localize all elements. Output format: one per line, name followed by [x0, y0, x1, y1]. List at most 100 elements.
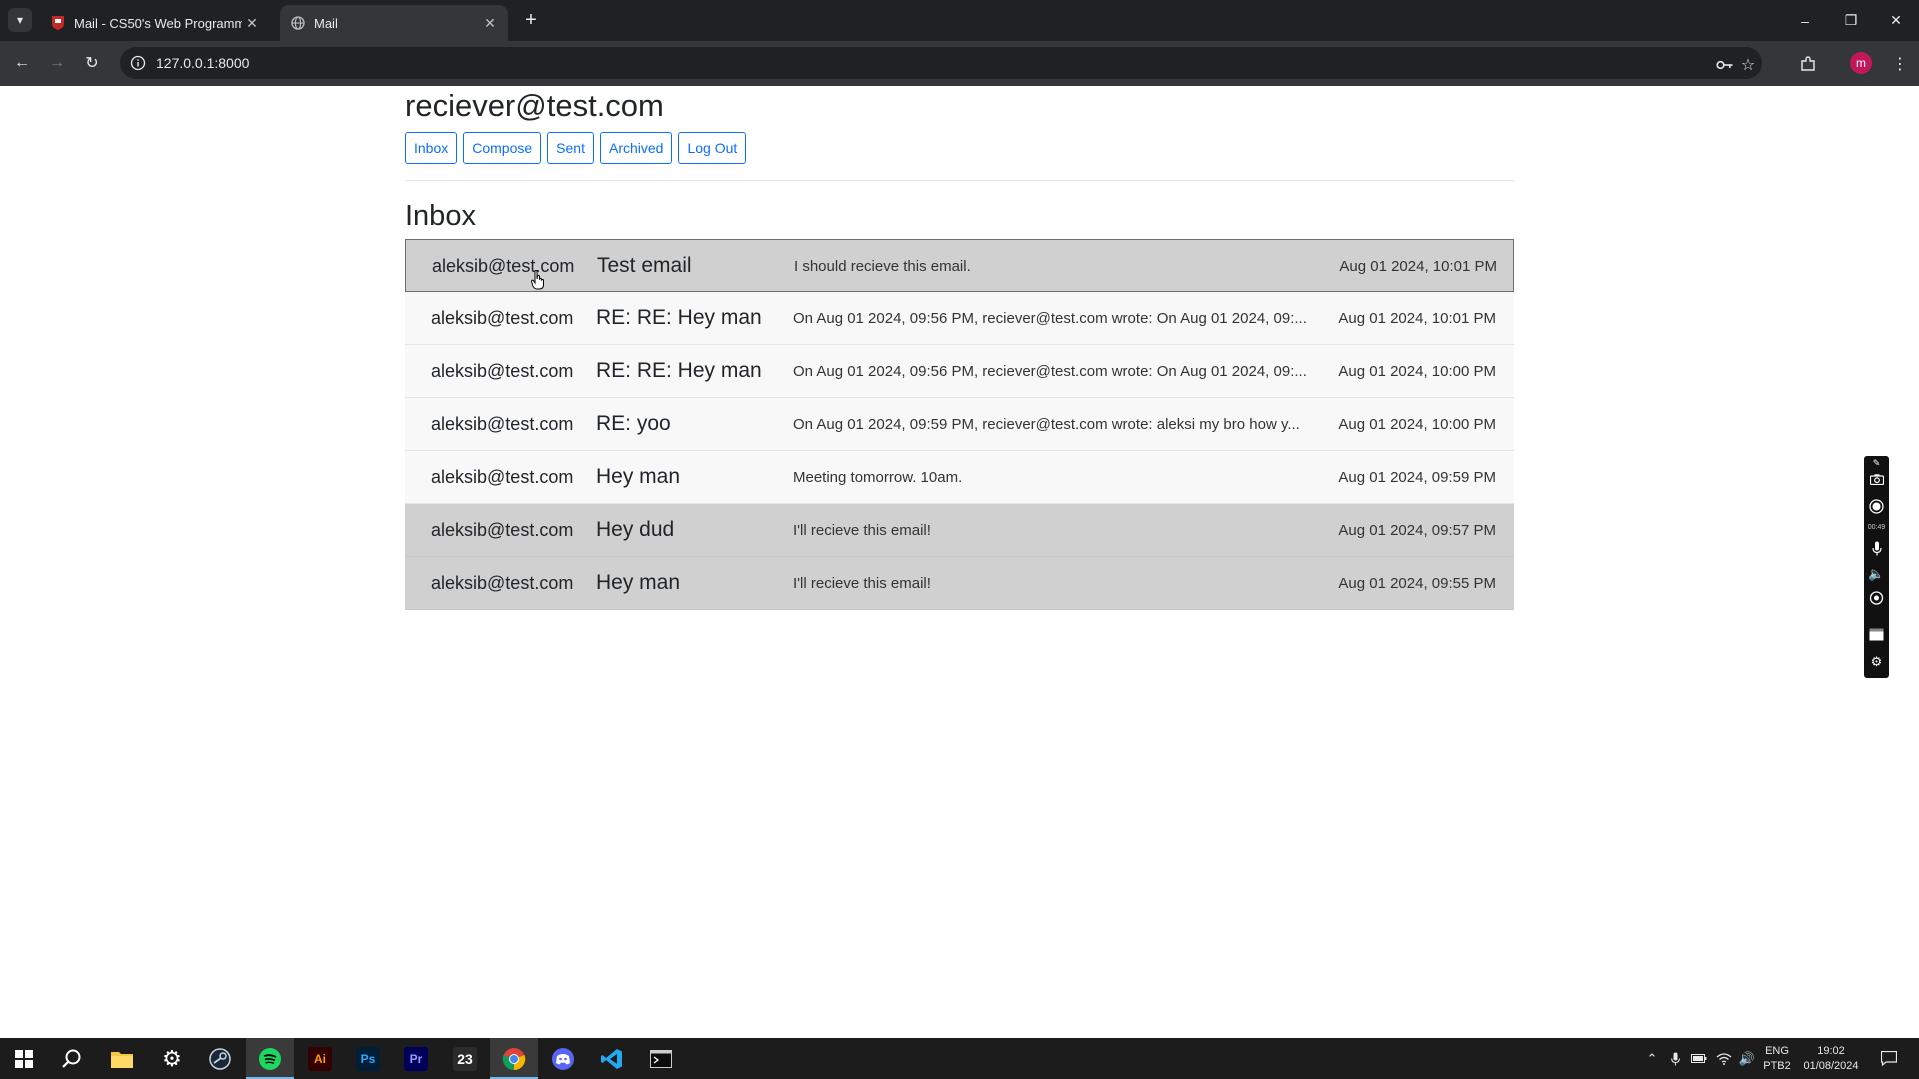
sent-button[interactable]: Sent: [547, 132, 594, 164]
reload-icon[interactable]: ↻: [78, 49, 106, 77]
email-preview: I'll recieve this email!: [793, 521, 931, 539]
wifi-icon[interactable]: [1715, 1038, 1733, 1079]
email-timestamp: Aug 01 2024, 10:00 PM: [1338, 362, 1496, 380]
speaker-icon[interactable]: 🔈: [1868, 565, 1885, 582]
mail-nav: Inbox Compose Sent Archived Log Out: [405, 132, 747, 164]
page-title: Inbox: [405, 200, 476, 232]
clock-date: 01/08/2024: [1803, 1060, 1859, 1072]
bookmark-star-icon[interactable]: ☆: [1737, 54, 1759, 76]
email-row[interactable]: aleksib@test.com Hey man I'll recieve this…: [405, 557, 1514, 610]
minimize-icon[interactable]: –: [1782, 0, 1828, 41]
email-list: aleksib@test.com Test email I should recie…: [405, 239, 1514, 610]
recorder-timer: 00:49: [1867, 524, 1886, 531]
pen-icon[interactable]: ✎: [1868, 458, 1885, 468]
email-subject: Hey man: [596, 571, 681, 594]
email-timestamp: Aug 01 2024, 09:59 PM: [1338, 468, 1496, 486]
password-key-icon[interactable]: [1714, 54, 1736, 76]
terminal-icon[interactable]: [637, 1038, 685, 1079]
email-timestamp: Aug 01 2024, 10:01 PM: [1339, 257, 1497, 275]
browser-tab-cs50[interactable]: Mail - CS50's Web Programmin ✕: [40, 5, 270, 41]
email-row[interactable]: aleksib@test.com Test email I should recie…: [405, 239, 1514, 292]
vscode-icon[interactable]: [588, 1038, 636, 1079]
address-bar[interactable]: 127.0.0.1:8000 ☆: [120, 47, 1762, 79]
browser-menu-icon[interactable]: ⋮: [1887, 51, 1913, 77]
webcam-icon[interactable]: [1868, 590, 1885, 607]
inbox-button[interactable]: Inbox: [405, 132, 458, 164]
discord-icon[interactable]: [539, 1038, 587, 1079]
tray-microphone-icon[interactable]: [1667, 1038, 1683, 1079]
email-preview: I'll recieve this email!: [793, 574, 931, 592]
browser-tab-mail[interactable]: Mail ✕: [280, 5, 508, 41]
email-row[interactable]: aleksib@test.com RE: RE: Hey man On Aug 01…: [405, 345, 1514, 398]
logout-button[interactable]: Log Out: [678, 132, 747, 164]
email-sender: aleksib@test.com: [431, 466, 574, 487]
email-subject: Hey dud: [596, 518, 675, 541]
volume-icon[interactable]: 🔊: [1738, 1038, 1756, 1079]
tray-overflow-chevron-icon[interactable]: ⌃: [1644, 1038, 1660, 1079]
tab-search-chevron-icon[interactable]: ▾: [8, 8, 32, 32]
email-sender: aleksib@test.com: [431, 307, 574, 328]
notifications-icon[interactable]: [1877, 1038, 1901, 1079]
new-tab-plus-icon[interactable]: +: [520, 9, 542, 31]
compose-button[interactable]: Compose: [463, 132, 542, 164]
globe-icon: [290, 15, 306, 31]
email-preview: On Aug 01 2024, 09:56 PM, reciever@test.…: [793, 309, 1307, 327]
email-sender: aleksib@test.com: [432, 255, 575, 276]
email-subject: Hey man: [596, 465, 681, 488]
email-row[interactable]: aleksib@test.com RE: yoo On Aug 01 2024, 0…: [405, 398, 1514, 451]
email-timestamp: Aug 01 2024, 10:01 PM: [1338, 309, 1496, 327]
microphone-icon[interactable]: [1868, 540, 1885, 557]
harvard-shield-icon: [50, 15, 66, 31]
divider: [405, 180, 1515, 181]
clock-time: 19:02: [1817, 1045, 1845, 1057]
email-row[interactable]: aleksib@test.com Hey man Meeting tomorrow.…: [405, 451, 1514, 504]
language-code: ENG: [1765, 1045, 1789, 1057]
steam-icon[interactable]: [196, 1038, 244, 1079]
tab-close-icon[interactable]: ✕: [480, 15, 500, 32]
chrome-icon[interactable]: [490, 1038, 538, 1079]
photoshop-icon[interactable]: Ps: [344, 1038, 392, 1079]
extensions-puzzle-icon[interactable]: [1795, 51, 1821, 77]
email-timestamp: Aug 01 2024, 10:00 PM: [1338, 415, 1496, 433]
window-close-icon[interactable]: ✕: [1873, 0, 1919, 41]
forward-arrow-icon[interactable]: →: [43, 49, 71, 77]
site-info-icon[interactable]: [130, 55, 146, 71]
screen-window-icon[interactable]: [1868, 626, 1885, 643]
email-sender: aleksib@test.com: [431, 413, 574, 434]
file-explorer-icon[interactable]: [98, 1038, 146, 1079]
email-preview: I should recieve this email.: [794, 257, 971, 275]
app-23-icon[interactable]: 23: [441, 1038, 489, 1079]
email-row[interactable]: aleksib@test.com Hey dud I'll recieve this…: [405, 504, 1514, 557]
user-email-heading: reciever@test.com: [405, 88, 664, 123]
premiere-icon[interactable]: Pr: [392, 1038, 440, 1079]
browser-toolbar: ← → ↻ 127.0.0.1:8000 ☆ ⋮: [0, 41, 1919, 86]
record-icon[interactable]: [1868, 498, 1885, 515]
url-text: 127.0.0.1:8000: [156, 55, 250, 71]
windows-taskbar: ⚙ Ai Ps Pr 23 ⌃ 🔊 ENG PTB2 19:02 01/08/2…: [0, 1038, 1919, 1079]
search-icon[interactable]: [48, 1038, 96, 1079]
restore-icon[interactable]: ❐: [1828, 0, 1874, 41]
archived-button[interactable]: Archived: [599, 132, 673, 164]
spotify-icon[interactable]: [246, 1038, 294, 1079]
browser-tab-strip: ▾ Mail - CS50's Web Programmin ✕ Mail ✕ …: [0, 0, 1919, 41]
email-preview: Meeting tomorrow. 10am.: [793, 468, 963, 486]
back-arrow-icon[interactable]: ←: [8, 49, 36, 77]
email-sender: aleksib@test.com: [431, 572, 574, 593]
email-preview: On Aug 01 2024, 09:59 PM, reciever@test.…: [793, 415, 1300, 433]
profile-avatar[interactable]: m: [1850, 52, 1872, 74]
settings-gear-icon[interactable]: ⚙: [1868, 653, 1885, 670]
email-timestamp: Aug 01 2024, 09:55 PM: [1338, 574, 1496, 592]
windows-start-icon[interactable]: [0, 1038, 48, 1079]
email-preview: On Aug 01 2024, 09:56 PM, reciever@test.…: [793, 362, 1307, 380]
tab-close-icon[interactable]: ✕: [242, 15, 262, 32]
email-row[interactable]: aleksib@test.com RE: RE: Hey man On Aug 01…: [405, 292, 1514, 345]
tab-title: Mail: [314, 15, 338, 31]
camera-icon[interactable]: [1868, 471, 1885, 488]
tab-title: Mail - CS50's Web Programmin: [74, 15, 242, 31]
clock[interactable]: 19:02 01/08/2024: [1799, 1044, 1863, 1074]
email-subject: Test email: [597, 254, 692, 277]
language-indicator[interactable]: ENG PTB2: [1760, 1044, 1794, 1074]
battery-icon[interactable]: [1690, 1038, 1708, 1079]
illustrator-icon[interactable]: Ai: [296, 1038, 344, 1079]
settings-icon[interactable]: ⚙: [148, 1038, 196, 1079]
